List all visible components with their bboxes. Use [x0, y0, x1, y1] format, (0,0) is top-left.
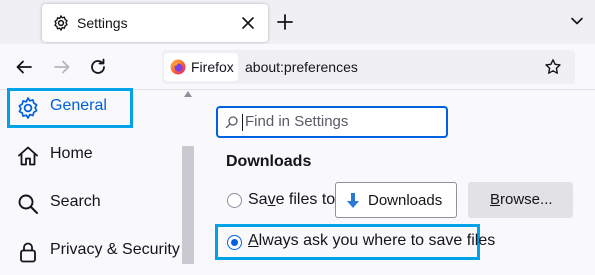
- scrollbar-thumb[interactable]: [182, 146, 194, 264]
- gear-icon: [54, 15, 68, 31]
- download-folder-button[interactable]: Downloads: [335, 182, 457, 218]
- identity-box[interactable]: Firefox: [164, 53, 238, 81]
- sidebar-item-search[interactable]: Search: [0, 180, 180, 228]
- search-placeholder: Find in Settings: [245, 113, 349, 130]
- reload-icon[interactable]: [88, 57, 108, 77]
- sidebar-item-home[interactable]: Home: [0, 132, 180, 180]
- sidebar-item-label: Home: [50, 145, 93, 162]
- tab-title: Settings: [77, 15, 128, 31]
- close-icon[interactable]: [238, 13, 258, 33]
- save-files-radio[interactable]: [227, 193, 242, 208]
- forward-arrow-icon[interactable]: [52, 57, 72, 77]
- download-folder-label: Downloads: [368, 192, 443, 209]
- back-arrow-icon[interactable]: [14, 57, 34, 77]
- preferences-content: General Home Search Privacy & Security F…: [0, 88, 595, 275]
- section-title-downloads: Downloads: [226, 153, 312, 170]
- star-icon[interactable]: [544, 58, 562, 76]
- home-icon: [18, 146, 38, 166]
- sidebar-item-privacy[interactable]: Privacy & Security: [0, 228, 180, 275]
- search-icon: [18, 194, 38, 214]
- save-files-label[interactable]: Save files to: [248, 191, 335, 209]
- sidebar-item-label: Privacy & Security: [50, 241, 180, 258]
- sidebar-scrollbar[interactable]: [180, 90, 196, 275]
- new-tab-icon[interactable]: [276, 13, 294, 31]
- browse-button[interactable]: Browse...: [468, 182, 573, 218]
- always-ask-radio[interactable]: [227, 235, 242, 250]
- lock-icon: [20, 242, 36, 263]
- tab-settings[interactable]: Settings: [42, 4, 268, 42]
- url-text[interactable]: about:preferences: [245, 59, 358, 75]
- download-arrow-icon: [347, 193, 359, 208]
- always-ask-label[interactable]: Always ask you where to save files: [248, 232, 495, 250]
- general-pane: Find in Settings Downloads Save files to…: [196, 90, 595, 275]
- scroll-up-arrow-icon[interactable]: [184, 91, 192, 97]
- firefox-logo-icon: [170, 59, 186, 75]
- search-icon: [225, 116, 238, 129]
- text-caret: [242, 114, 243, 131]
- tab-strip: Settings: [0, 0, 595, 44]
- highlight-box: [7, 88, 133, 128]
- browse-button-label: Browse...: [490, 191, 553, 208]
- categories-sidebar: General Home Search Privacy & Security: [0, 88, 196, 275]
- identity-label: Firefox: [191, 59, 234, 75]
- sidebar-item-label: Search: [50, 193, 101, 210]
- search-input[interactable]: Find in Settings: [216, 106, 448, 138]
- chevron-down-icon[interactable]: [570, 14, 584, 28]
- url-bar[interactable]: Firefox about:preferences: [162, 50, 575, 84]
